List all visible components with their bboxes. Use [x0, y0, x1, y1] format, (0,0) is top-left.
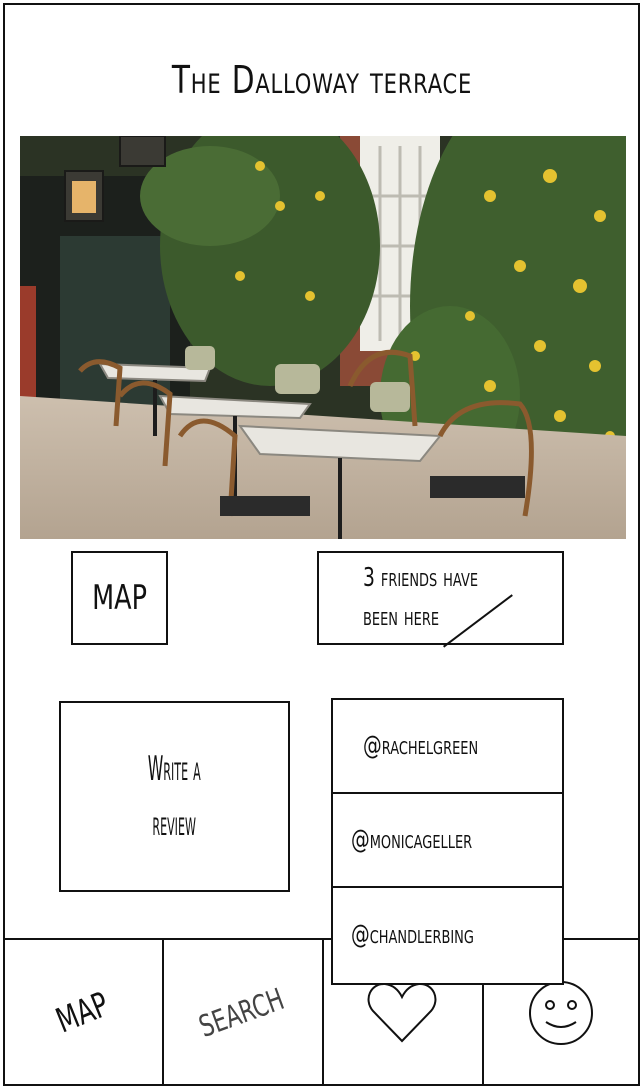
heart-icon [367, 982, 437, 1043]
map-button[interactable]: MAP [71, 551, 168, 645]
map-button-label: MAP [92, 578, 147, 618]
friend-item[interactable]: @monicageller [333, 794, 562, 888]
review-line-2: review [152, 803, 197, 844]
friends-been-here-box[interactable]: 3 friends have been here [317, 551, 564, 645]
tab-search-label: SEARCH [194, 981, 290, 1045]
friend-item[interactable]: @chandlerbing [333, 888, 562, 982]
write-review-button[interactable]: Write a review [59, 701, 290, 892]
friend-handle: @chandlerbing [351, 920, 474, 950]
friends-line-1: 3 friends have [363, 563, 479, 593]
page-title: The Dalloway terrace [171, 58, 473, 102]
tab-map[interactable]: MAP [4, 940, 164, 1086]
smiley-icon [529, 981, 593, 1045]
friend-item[interactable]: @rachelgreen [333, 700, 562, 794]
venue-photo[interactable] [20, 136, 626, 539]
friends-list: @rachelgreen @monicageller @chandlerbing [331, 698, 564, 985]
terrace-photo-illustration [20, 136, 626, 539]
tab-search[interactable]: SEARCH [162, 940, 324, 1086]
friends-line-2: been here [363, 602, 440, 632]
review-line-1: Write a [148, 748, 201, 789]
friend-handle: @rachelgreen [363, 731, 479, 761]
tab-map-label: MAP [51, 984, 115, 1042]
friend-handle: @monicageller [351, 825, 473, 855]
